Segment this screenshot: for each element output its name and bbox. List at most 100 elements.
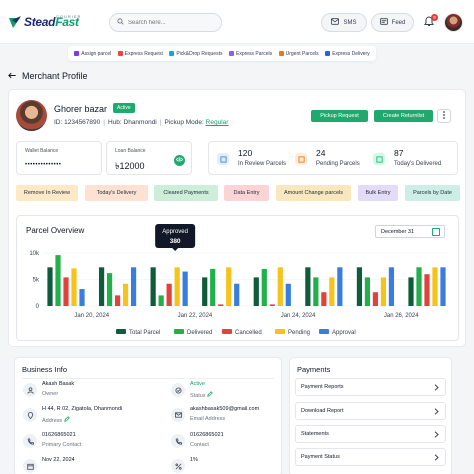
wallet-balance-box: Wallet Balance ••••••••••••••: [16, 141, 102, 175]
chart-bar: [305, 267, 311, 306]
chart-bar: [313, 277, 319, 306]
back-arrow-icon[interactable]: [8, 71, 16, 81]
edit-address-icon[interactable]: [63, 416, 70, 424]
chart-bar: [63, 277, 69, 306]
owner-value: Akash Basak: [42, 381, 75, 387]
edit-status-icon[interactable]: [207, 391, 213, 399]
parcel-review-icon: [217, 153, 229, 165]
status-value: Active: [190, 381, 205, 387]
search-box[interactable]: [109, 13, 222, 32]
chart-bar: [261, 268, 267, 306]
notification-button[interactable]: 9: [420, 12, 438, 32]
quick-action-bar: Assign parcel Express Request Pick&Drop Re…: [68, 46, 376, 61]
chart-bar: [106, 273, 113, 306]
quick-action-icon: [169, 51, 175, 56]
mail-icon: [171, 408, 185, 422]
pickup-request-button[interactable]: Pickup Request: [311, 110, 368, 122]
sms-button[interactable]: SMS: [321, 13, 367, 32]
chart-tooltip-pointer: [172, 248, 179, 251]
filter-cleared-payments[interactable]: Cleared Payments: [154, 185, 218, 201]
filter-todays-delivery[interactable]: Today's Delivery: [85, 185, 148, 201]
wallet-balance-value: ••••••••••••••: [25, 162, 62, 168]
x-tick-label: Jan 26, 2024: [384, 313, 419, 319]
percent-icon: [171, 459, 185, 473]
chevron-right-icon: [434, 384, 439, 393]
quick-action-item[interactable]: Express Parcels: [228, 51, 272, 57]
page-title: Merchant Profile: [22, 71, 88, 81]
statements-item[interactable]: Statements: [295, 425, 446, 443]
legend-swatch: [116, 329, 126, 334]
chart-bar: [150, 267, 156, 306]
contact-label: Contact: [190, 442, 209, 448]
pickup-mode-link[interactable]: Regular: [206, 119, 229, 126]
quick-action-label: Express Delivery: [332, 50, 370, 57]
chart-bar: [356, 267, 363, 306]
chart-bar: [202, 277, 208, 306]
quick-action-item[interactable]: Urgent Parcels: [278, 51, 319, 57]
merchant-name: Ghorer bazar: [54, 104, 108, 114]
chevron-right-icon: [434, 408, 439, 417]
delivered-label: Today's Delivered: [394, 161, 442, 167]
quick-action-item[interactable]: Express Request: [117, 51, 163, 57]
more-options-button[interactable]: [437, 109, 451, 123]
legend-label: Delivered: [187, 330, 212, 336]
chart-bar: [234, 283, 240, 306]
primary-contact-value: 01626865021: [42, 432, 76, 438]
sms-icon: [331, 18, 340, 27]
status-icon: [171, 383, 185, 397]
y-tick-label: 10k: [29, 251, 40, 257]
parcel-stats-box: 120 In Review Parcels 24 Pending Parcels…: [208, 141, 458, 175]
payment-status-item[interactable]: Payment Status: [295, 448, 446, 466]
filter-data-entry[interactable]: Data Entry: [224, 185, 269, 201]
chart-bar: [166, 283, 172, 306]
merchant-id: ID: 1234567890: [54, 119, 101, 126]
in-review-label: In Review Parcels: [238, 161, 287, 167]
quick-action-item[interactable]: Assign parcel: [74, 51, 111, 57]
chevron-right-icon: [434, 431, 439, 440]
payments-card: Payments Payment Reports Download Report…: [289, 357, 452, 474]
chart-bar: [47, 267, 53, 306]
chart-bar: [218, 304, 224, 306]
feed-button[interactable]: Feed: [371, 13, 414, 32]
eye-icon: [175, 157, 184, 164]
toggle-visibility-button[interactable]: [174, 155, 185, 166]
filter-amount-change[interactable]: Amount Change parcels: [276, 185, 351, 201]
chart-bar: [71, 268, 77, 306]
logo-text-main: Stead: [24, 15, 56, 29]
download-report-item[interactable]: Download Report: [295, 402, 446, 420]
legend-swatch: [275, 329, 285, 334]
legend-label: Approval: [332, 330, 356, 336]
payment-reports-item[interactable]: Payment Reports: [295, 378, 446, 396]
phone-icon: [23, 434, 37, 448]
filter-bulk-entry[interactable]: Bulk Entry: [358, 185, 398, 201]
chart-bar: [210, 268, 216, 306]
pending-label: Pending Parcels: [316, 161, 360, 167]
filter-parcels-by-date[interactable]: Parcels by Date: [405, 185, 460, 201]
quick-action-icon: [117, 51, 123, 56]
quick-action-item[interactable]: Pick&Drop Requests: [169, 51, 222, 57]
pickup-mode-label: Pickup Mode:: [164, 119, 204, 126]
phone-icon: [171, 434, 185, 448]
chart-bar: [253, 277, 259, 306]
search-input[interactable]: [128, 19, 218, 26]
more-vertical-icon: [443, 111, 445, 121]
filter-remove-in-review[interactable]: Remove In Review: [16, 185, 78, 201]
create-returnlist-button[interactable]: Create Returnlist: [374, 110, 433, 122]
x-tick-label: Jan 22, 2024: [178, 313, 213, 319]
business-info-title: Business Info: [22, 365, 68, 374]
merchant-photo: [16, 100, 47, 131]
quick-action-item[interactable]: Express Delivery: [325, 51, 370, 57]
chart-bar: [416, 267, 422, 306]
chart-bar: [55, 255, 61, 306]
email-value: akashbasak509@gmail.com: [190, 406, 260, 412]
x-tick-label: Jan 24, 2024: [281, 313, 316, 319]
chart-bar: [277, 267, 283, 306]
logo-subtitle: COURIER: [56, 14, 82, 19]
owner-label: Owner: [42, 391, 59, 397]
chart-bar: [79, 289, 85, 306]
quick-action-icon: [228, 51, 234, 56]
user-avatar[interactable]: [444, 13, 463, 32]
chart-bar: [329, 277, 335, 306]
quick-action-icon: [74, 51, 80, 56]
chart-bar: [114, 295, 121, 306]
